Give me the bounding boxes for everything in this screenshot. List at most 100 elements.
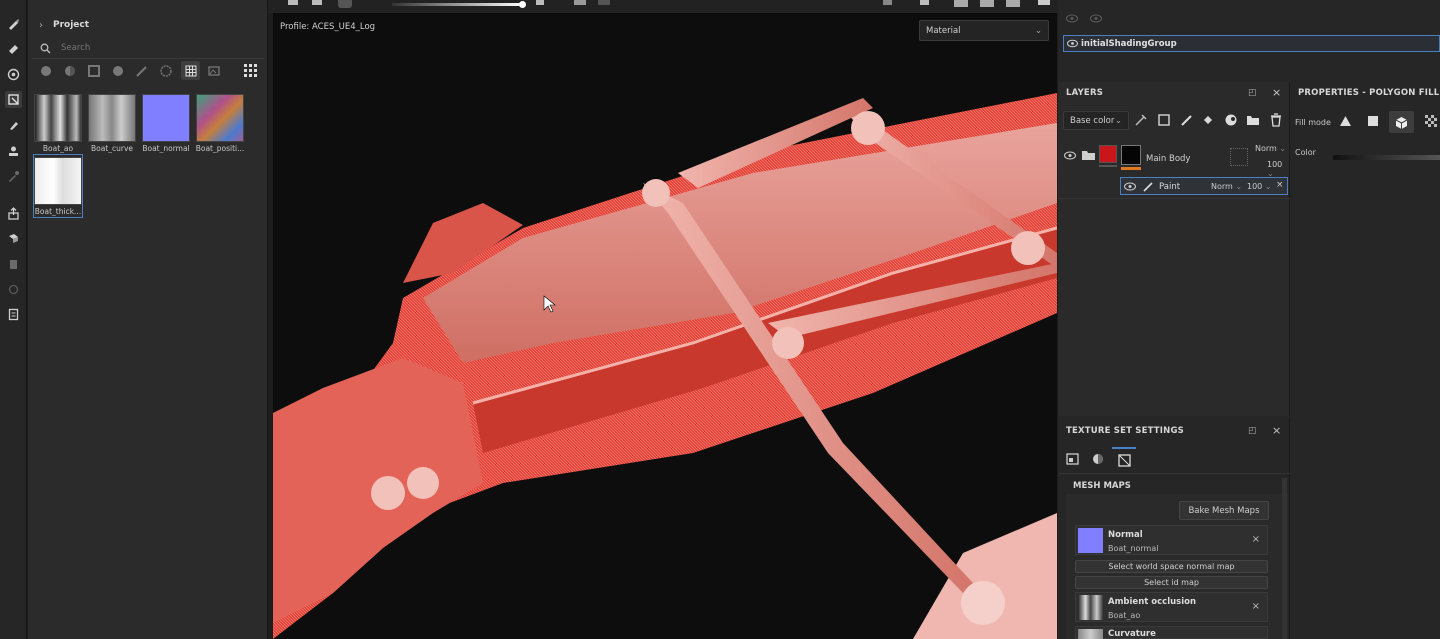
masks-filter-icon[interactable] [87,64,100,77]
project-label[interactable]: Project [53,20,89,30]
eye-icon[interactable] [1066,14,1078,24]
toolbar-icon[interactable] [598,0,610,5]
add-fill-layer-icon[interactable] [1201,113,1215,127]
brushes-filter-icon[interactable] [135,64,148,77]
layer-mask-slot[interactable] [1230,148,1248,166]
add-paint-layer-icon[interactable] [1180,113,1194,127]
toolbar-icon[interactable] [536,0,544,5]
fill-mode-label: Fill mode [1295,118,1331,127]
toolbar-icon[interactable] [883,0,892,5]
add-mask-icon[interactable] [1157,113,1171,127]
asset-thumbnail[interactable]: Boat_positi... [195,94,245,153]
3d-viewport[interactable]: Profile: ACES_UE4_Log Material ⌄ [273,13,1057,639]
select-world-space-normal-button[interactable]: Select world space normal map [1075,560,1268,573]
eye-icon[interactable] [1067,39,1078,48]
opacity-value[interactable]: 100 ⌄ [1247,182,1272,191]
select-id-map-button[interactable]: Select id map [1075,576,1268,589]
settings-scrollbar[interactable] [1282,478,1287,639]
asset-thumbnail[interactable]: Boat_curve [87,94,137,153]
document-icon[interactable] [5,306,22,323]
textures-filter-icon[interactable] [181,61,200,80]
shading-group-row[interactable]: initialShadingGroup [1063,35,1440,52]
close-icon[interactable]: × [1272,86,1281,99]
generators-filter-icon[interactable] [111,64,124,77]
layer-mask-thumbnail[interactable] [1121,145,1141,165]
texture-set-list-panel: initialShadingGroup [1058,0,1440,80]
layer-name[interactable]: Paint [1159,182,1180,192]
export-icon[interactable] [5,205,22,222]
tool-strip [0,0,27,639]
add-effect-icon[interactable] [1134,113,1148,127]
color-slider[interactable] [1333,155,1440,160]
smart-materials-filter-icon[interactable] [63,64,76,77]
folder-icon [1082,150,1095,160]
toolbar-icon[interactable] [288,0,298,5]
close-icon[interactable]: × [1272,424,1281,437]
clone-stamp-icon[interactable] [5,143,22,160]
bake-icon[interactable] [5,230,22,247]
chevron-right-icon[interactable]: › [39,20,43,31]
color-picker-icon[interactable] [5,168,22,185]
particles-filter-icon[interactable] [159,64,172,77]
exposure-slider-handle[interactable] [519,1,526,8]
fill-mode-triangle-icon[interactable] [1339,115,1352,127]
environments-filter-icon[interactable] [207,64,220,77]
layer-color-swatch[interactable] [1099,145,1117,163]
blend-mode-value[interactable]: Norm ⌄ [1211,182,1242,191]
add-folder-icon[interactable] [1246,113,1260,127]
remove-layer-icon[interactable]: × [1276,180,1284,190]
toolbar-icon[interactable] [574,0,586,5]
asset-thumbnail[interactable]: Boat_normal [141,94,191,153]
screenshot-icon[interactable] [1006,0,1020,7]
display-icon[interactable] [980,0,994,7]
paint-brush-icon[interactable] [5,15,22,32]
curvature-map-thumbnail [1078,629,1103,639]
settings-tab-icon[interactable] [1066,453,1079,465]
camera-icon[interactable] [954,0,968,7]
materials-filter-icon[interactable] [39,64,52,77]
layer-row-main-body[interactable]: Main Body Norm ⌄ 100 ⌄ [1058,142,1290,178]
smudge-icon[interactable] [5,117,22,134]
grid-view-icon[interactable] [243,63,258,78]
link-icon[interactable] [5,281,22,298]
fill-mode-object-icon[interactable] [1389,111,1414,133]
float-panel-icon[interactable]: ◰ [1248,426,1257,436]
bake-mesh-maps-button[interactable]: Bake Mesh Maps [1179,501,1269,520]
fill-mode-uv-chunk-icon[interactable] [1425,115,1438,128]
mesh-maps-label: MESH MAPS [1073,481,1131,491]
toolbar-icon[interactable] [338,0,352,8]
asset-thumbnail[interactable]: Boat_ao [33,94,83,153]
clear-map-icon[interactable]: × [1252,534,1260,545]
exposure-slider[interactable] [392,3,522,6]
fill-mode-mesh-icon[interactable] [1367,115,1379,127]
eye-icon[interactable] [1090,14,1102,24]
projection-icon[interactable] [5,66,22,83]
shader-tab-icon[interactable] [1092,453,1104,465]
layer-name[interactable]: Main Body [1146,154,1190,164]
delete-layer-icon[interactable] [1269,113,1283,127]
eye-icon[interactable] [1064,151,1076,160]
trash-tool-icon[interactable] [5,255,22,272]
viewport-mode-dropdown[interactable]: Material ⌄ [919,20,1049,41]
chevron-down-icon: ⌄ [1114,115,1122,126]
asset-thumbnail-selected[interactable]: Boat_thick... [33,154,83,218]
blend-mode-value[interactable]: Norm ⌄ [1255,144,1286,153]
normal-map-thumbnail [1078,528,1103,553]
toolbar-icon[interactable] [920,0,929,5]
clear-map-icon[interactable]: × [1252,601,1260,612]
channel-dropdown[interactable]: Base color ⌄ [1063,111,1129,130]
opacity-value[interactable]: 100 ⌄ [1267,160,1290,178]
toolbar-icon[interactable] [1038,0,1050,5]
mesh-map-normal[interactable]: Normal Boat_normal × [1075,525,1268,555]
mesh-map-ambient-occlusion[interactable]: Ambient occlusion Boat_ao × [1075,592,1268,622]
eraser-icon[interactable] [5,40,22,57]
float-panel-icon[interactable]: ◰ [1248,88,1257,98]
eye-icon[interactable] [1124,182,1136,191]
add-smart-mask-icon[interactable] [1224,113,1238,127]
polygon-fill-icon[interactable] [5,91,22,108]
toolbar-icon[interactable] [312,0,322,5]
mesh-maps-tab-icon[interactable] [1112,447,1136,471]
layer-row-paint[interactable]: Paint Norm ⌄ 100 ⌄ × [1120,177,1288,195]
search-input[interactable] [61,43,241,53]
mesh-map-curvature[interactable]: Curvature [1075,626,1268,639]
